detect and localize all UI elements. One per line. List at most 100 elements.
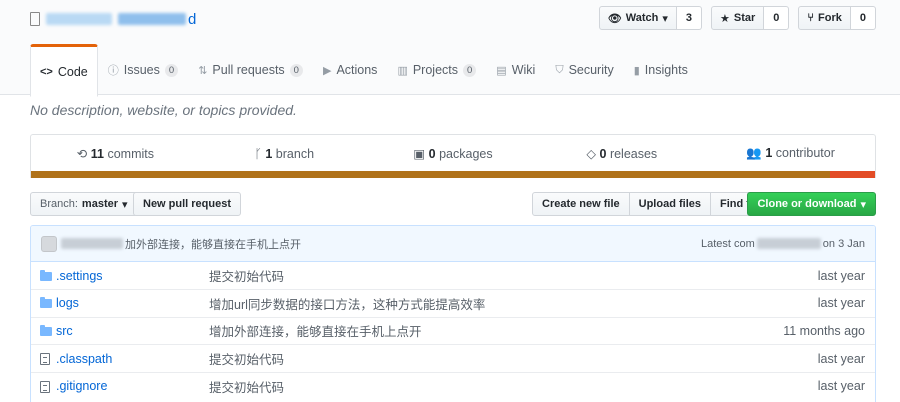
tab-issues[interactable]: ⓘ Issues 0: [98, 44, 188, 96]
language-segment-primary: [31, 171, 831, 178]
tab-actions[interactable]: ▶ Actions: [313, 44, 387, 96]
repo-nav-tabs: <> Code ⓘ Issues 0 ⇅ Pull requests 0 ▶ A…: [30, 44, 698, 97]
tab-pull-requests[interactable]: ⇅ Pull requests 0: [188, 44, 313, 96]
fork-button[interactable]: ⑂ Fork: [798, 6, 851, 30]
file-icon: [40, 380, 50, 393]
star-button[interactable]: ★ Star: [711, 6, 765, 30]
tab-wiki[interactable]: ▤ Wiki: [486, 44, 545, 96]
file-commit-message[interactable]: 提交初始代码: [209, 262, 709, 290]
tab-code[interactable]: <> Code: [30, 44, 98, 97]
tab-insights[interactable]: ▮ Insights: [624, 44, 698, 96]
people-icon: 👥: [746, 146, 762, 160]
graph-icon: ▮: [633, 64, 640, 77]
releases-count: 0: [599, 147, 607, 161]
branches-summary[interactable]: ᚴ 1 branch: [200, 147, 369, 161]
star-label: Star: [733, 12, 756, 24]
packages-count: 0: [428, 147, 436, 161]
row-icon-cell: [31, 345, 56, 373]
tag-icon: ◇: [586, 147, 597, 161]
table-row[interactable]: .classpath 提交初始代码 last year: [31, 344, 875, 373]
file-age: last year: [817, 351, 865, 366]
clone-label: Clone or download: [757, 198, 857, 210]
repo-header: d 👁 Watch ▾ 3 ★ Star 0 ⑂ Fork 0 <> Code …: [0, 0, 900, 97]
star-count[interactable]: 0: [764, 6, 790, 30]
branch-select-button[interactable]: Branch: master ▾: [30, 192, 138, 216]
clone-or-download-button[interactable]: Clone or download ▾: [747, 192, 876, 216]
file-actions-group: Create new file Upload files Find file: [532, 192, 773, 216]
repo-description: No description, website, or topics provi…: [30, 102, 297, 118]
table-row[interactable]: .settings 提交初始代码 last year: [31, 262, 875, 290]
watch-label: Watch: [625, 12, 659, 24]
git-pull-request-icon: ⇅: [198, 64, 208, 77]
caret-down-icon: ▾: [662, 12, 668, 25]
avatar[interactable]: [41, 235, 57, 252]
table-row[interactable]: logs 增加url同步数据的接口方法，这种方式能提高效率 last year: [31, 289, 875, 318]
table-row[interactable]: .gitignore 提交初始代码 last year: [31, 372, 875, 400]
blurred-repo-name: [118, 13, 186, 25]
project-icon: ▥: [397, 64, 408, 77]
branch-prefix: Branch:: [40, 198, 78, 210]
watch-count[interactable]: 3: [676, 6, 703, 30]
pagehead-actions: 👁 Watch ▾ 3 ★ Star 0 ⑂ Fork 0: [598, 6, 876, 30]
branch-name: master: [81, 198, 118, 210]
row-icon-cell: [31, 317, 56, 345]
file-navigation: Branch: master ▾ New pull request Create…: [30, 192, 876, 216]
create-new-file-button[interactable]: Create new file: [532, 192, 630, 216]
contributors-count: 1: [765, 146, 773, 160]
git-branch-icon: ᚴ: [254, 146, 262, 161]
tab-label: Wiki: [511, 63, 536, 77]
repo-title[interactable]: d: [30, 9, 196, 29]
releases-summary[interactable]: ◇ 0 releases: [537, 146, 706, 161]
folder-icon: [40, 324, 52, 336]
commit-message[interactable]: 加外部连接，能够直接在手机上点开: [125, 236, 301, 252]
fork-icon: ⑂: [807, 12, 815, 24]
repo-name-visible-tail[interactable]: d: [188, 11, 196, 28]
commit-date: on 3 Jan: [822, 237, 865, 250]
file-commit-message[interactable]: 提交初始代码: [209, 345, 709, 373]
file-icon: [40, 353, 50, 366]
file-name[interactable]: .settings: [56, 262, 209, 290]
file-age: last year: [817, 379, 865, 394]
language-segment-secondary: [830, 171, 875, 178]
file-commit-message[interactable]: 提交初始代码: [209, 372, 709, 400]
file-name[interactable]: .gitignore: [56, 372, 209, 400]
row-icon-cell: [31, 290, 56, 318]
file-commit-message[interactable]: 增加url同步数据的接口方法，这种方式能提高效率: [209, 290, 709, 318]
tab-label: Projects: [412, 63, 458, 77]
upload-files-button[interactable]: Upload files: [628, 192, 711, 216]
table-row[interactable]: src 增加外部连接，能够直接在手机上点开 11 months ago: [31, 317, 875, 345]
file-name[interactable]: logs: [56, 290, 209, 318]
watch-group: 👁 Watch ▾ 3: [598, 6, 703, 30]
file-name[interactable]: src: [56, 317, 209, 345]
history-icon: ⟲: [76, 147, 88, 161]
packages-summary[interactable]: ▣ 0 packages: [369, 146, 538, 161]
star-group: ★ Star 0: [711, 6, 790, 30]
play-icon: ▶: [322, 64, 332, 77]
tab-label: Code: [57, 64, 88, 79]
commits-summary[interactable]: ⟲ 11 commits: [31, 146, 200, 161]
packages-label: packages: [439, 147, 493, 161]
contributors-summary[interactable]: 👥 1 contributor: [706, 146, 875, 161]
tab-security[interactable]: ⛉ Security: [545, 44, 623, 96]
tab-label: Actions: [336, 63, 378, 77]
latest-commit-info: Latest com on 3 Jan: [701, 238, 865, 250]
language-bar[interactable]: [31, 171, 875, 178]
tab-label: Security: [568, 63, 614, 77]
tab-label: Pull requests: [212, 63, 285, 77]
blurred-author: [61, 238, 123, 249]
branches-label: branch: [275, 146, 315, 161]
numbers-summary: ⟲ 11 commits ᚴ 1 branch ▣ 0 packages ◇ 0…: [30, 134, 876, 178]
eye-icon: 👁: [607, 12, 622, 25]
releases-label: releases: [609, 147, 658, 161]
blurred-owner-name: [46, 13, 112, 25]
file-commit-message[interactable]: 增加外部连接，能够直接在手机上点开: [209, 317, 709, 345]
tab-projects[interactable]: ▥ Projects 0: [387, 44, 486, 96]
file-name[interactable]: .classpath: [56, 345, 209, 373]
watch-button[interactable]: 👁 Watch ▾: [598, 6, 677, 30]
file-age: 11 months ago: [783, 323, 865, 338]
blurred-commit-hash: [756, 238, 821, 249]
fork-count[interactable]: 0: [850, 6, 876, 30]
new-pull-request-button[interactable]: New pull request: [133, 192, 242, 216]
commits-label: commits: [107, 147, 154, 161]
file-age: last year: [817, 268, 865, 283]
